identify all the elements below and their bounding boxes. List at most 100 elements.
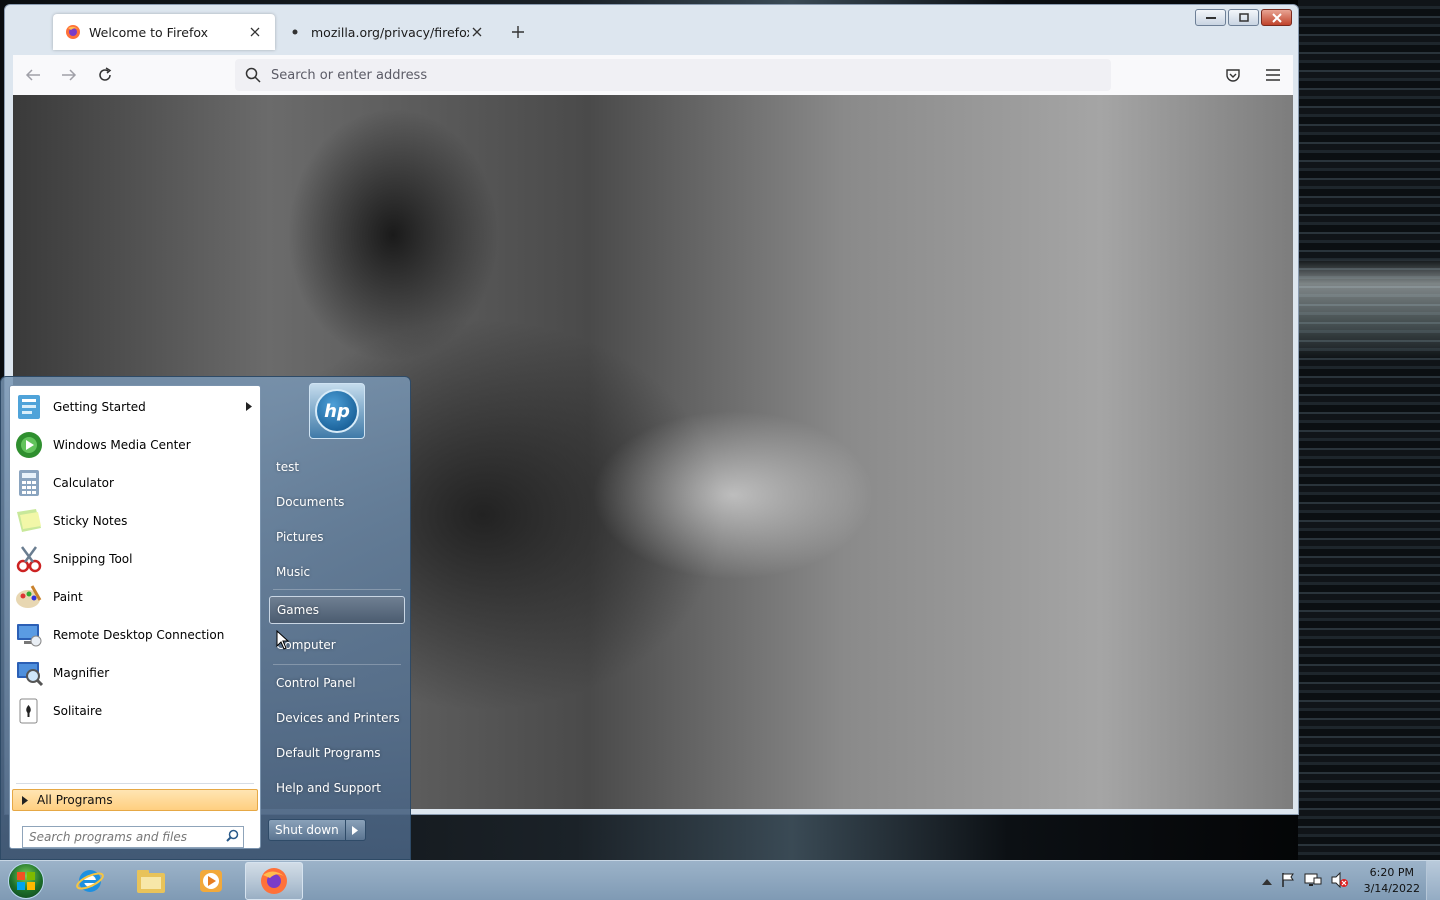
link-pictures[interactable]: Pictures [269,523,405,551]
reload-button[interactable] [89,59,121,91]
navigation-toolbar: Search or enter address [13,55,1293,95]
minimize-button[interactable] [1195,9,1226,26]
program-calculator[interactable]: Calculator [10,464,260,502]
link-devices-and-printers[interactable]: Devices and Printers [269,704,405,732]
program-label: Getting Started [53,400,146,414]
page-dot-icon [287,24,303,40]
program-label: Windows Media Center [53,438,191,452]
app-menu-button[interactable] [1257,59,1289,91]
plus-icon [512,26,524,38]
link-music[interactable]: Music [269,558,405,586]
close-icon [1271,12,1282,23]
firefox-icon [261,868,287,894]
media-player-button[interactable] [182,862,240,900]
start-menu-programs-pane: Getting Started Windows Media Center Cal… [9,385,261,849]
program-label: Calculator [53,476,114,490]
volume-muted-icon[interactable] [1330,871,1348,891]
pocket-icon [1226,69,1240,82]
solitaire-icon [12,694,46,728]
restore-icon [1238,13,1249,22]
close-tab-icon[interactable] [247,24,263,40]
program-label: Snipping Tool [53,552,133,566]
forward-button[interactable] [53,59,85,91]
notification-area: 6:20 PM 3/14/2022 [1261,861,1420,900]
magnifier-icon [12,656,46,690]
submenu-arrow-icon [246,400,252,414]
start-button[interactable] [4,862,48,900]
tab-strip: Welcome to Firefox mozilla.org/privacy/f… [53,13,533,51]
action-center-flag-icon[interactable] [1280,872,1296,891]
pocket-button[interactable] [1217,59,1249,91]
link-documents[interactable]: Documents [269,488,405,516]
shutdown-group: Shut down [268,819,366,841]
tab-title: mozilla.org/privacy/firefox/ [311,24,469,40]
maximize-button[interactable] [1228,9,1259,26]
back-button[interactable] [17,59,49,91]
getting-started-icon [12,390,46,424]
program-magnifier[interactable]: Magnifier [10,654,260,692]
hamburger-menu-icon [1266,69,1280,81]
windows-explorer-button[interactable] [122,862,180,900]
all-programs-button[interactable]: All Programs [12,789,258,811]
show-desktop-button[interactable] [1426,861,1440,900]
network-icon[interactable] [1304,872,1322,891]
tab-title: Welcome to Firefox [89,24,209,40]
reload-icon [99,67,112,81]
start-menu-links-pane: hp test Documents Pictures Music Games C… [268,377,409,861]
expand-arrow-icon [13,795,37,805]
program-paint[interactable]: Paint [10,578,260,616]
tab-privacy[interactable]: mozilla.org/privacy/firefox/ [275,14,497,50]
program-getting-started[interactable]: Getting Started [10,388,260,426]
new-tab-button[interactable] [503,17,533,47]
back-arrow-icon [25,69,40,81]
remote-desktop-icon [12,618,46,652]
media-center-icon [12,428,46,462]
clock-time: 6:20 PM [1369,866,1414,879]
mouse-cursor-icon [276,630,290,650]
all-programs-label: All Programs [37,793,113,807]
internet-explorer-icon [76,870,104,892]
program-sticky-notes[interactable]: Sticky Notes [10,502,260,540]
pinned-program-list: Getting Started Windows Media Center Cal… [10,388,260,730]
search-placeholder: Search programs and files [29,830,187,844]
link-user-folder[interactable]: test [269,453,405,481]
program-label: Sticky Notes [53,514,128,528]
sticky-notes-icon [12,504,46,538]
minimize-icon [1205,16,1216,19]
program-snipping-tool[interactable]: Snipping Tool [10,540,260,578]
shutdown-button[interactable]: Shut down [268,819,346,841]
start-menu: Getting Started Windows Media Center Cal… [0,376,411,860]
clock-date: 3/14/2022 [1363,882,1420,895]
search-icon [245,67,261,83]
show-hidden-icons-arrow-icon[interactable] [1261,874,1272,888]
internet-explorer-button[interactable] [61,862,119,900]
address-bar[interactable]: Search or enter address [235,59,1111,91]
address-placeholder: Search or enter address [271,67,428,83]
firefox-taskbar-button[interactable] [245,862,303,900]
search-icon[interactable] [226,829,239,845]
program-label: Remote Desktop Connection [53,628,225,642]
close-tab-icon[interactable] [469,24,485,40]
link-games[interactable]: Games [269,596,405,624]
explorer-folder-icon [137,870,165,893]
calculator-icon [12,466,46,500]
firefox-icon [65,24,81,40]
user-picture-tile[interactable]: hp [309,383,365,439]
program-windows-media-center[interactable]: Windows Media Center [10,426,260,464]
snipping-tool-icon [12,542,46,576]
link-default-programs[interactable]: Default Programs [269,739,405,767]
taskbar: 6:20 PM 3/14/2022 [0,860,1440,900]
hp-logo: hp [315,389,359,433]
shutdown-options-button[interactable] [345,819,366,841]
program-label: Magnifier [53,666,110,680]
paint-icon [12,580,46,614]
program-remote-desktop[interactable]: Remote Desktop Connection [10,616,260,654]
tab-welcome[interactable]: Welcome to Firefox [53,14,275,50]
program-solitaire[interactable]: Solitaire [10,692,260,730]
link-help-and-support[interactable]: Help and Support [269,774,405,802]
link-control-panel[interactable]: Control Panel [269,669,405,697]
close-window-button[interactable] [1261,9,1292,26]
start-search-box[interactable]: Search programs and files [22,826,244,848]
system-clock[interactable]: 6:20 PM 3/14/2022 [1364,865,1420,897]
toolbar-right [1213,59,1289,91]
